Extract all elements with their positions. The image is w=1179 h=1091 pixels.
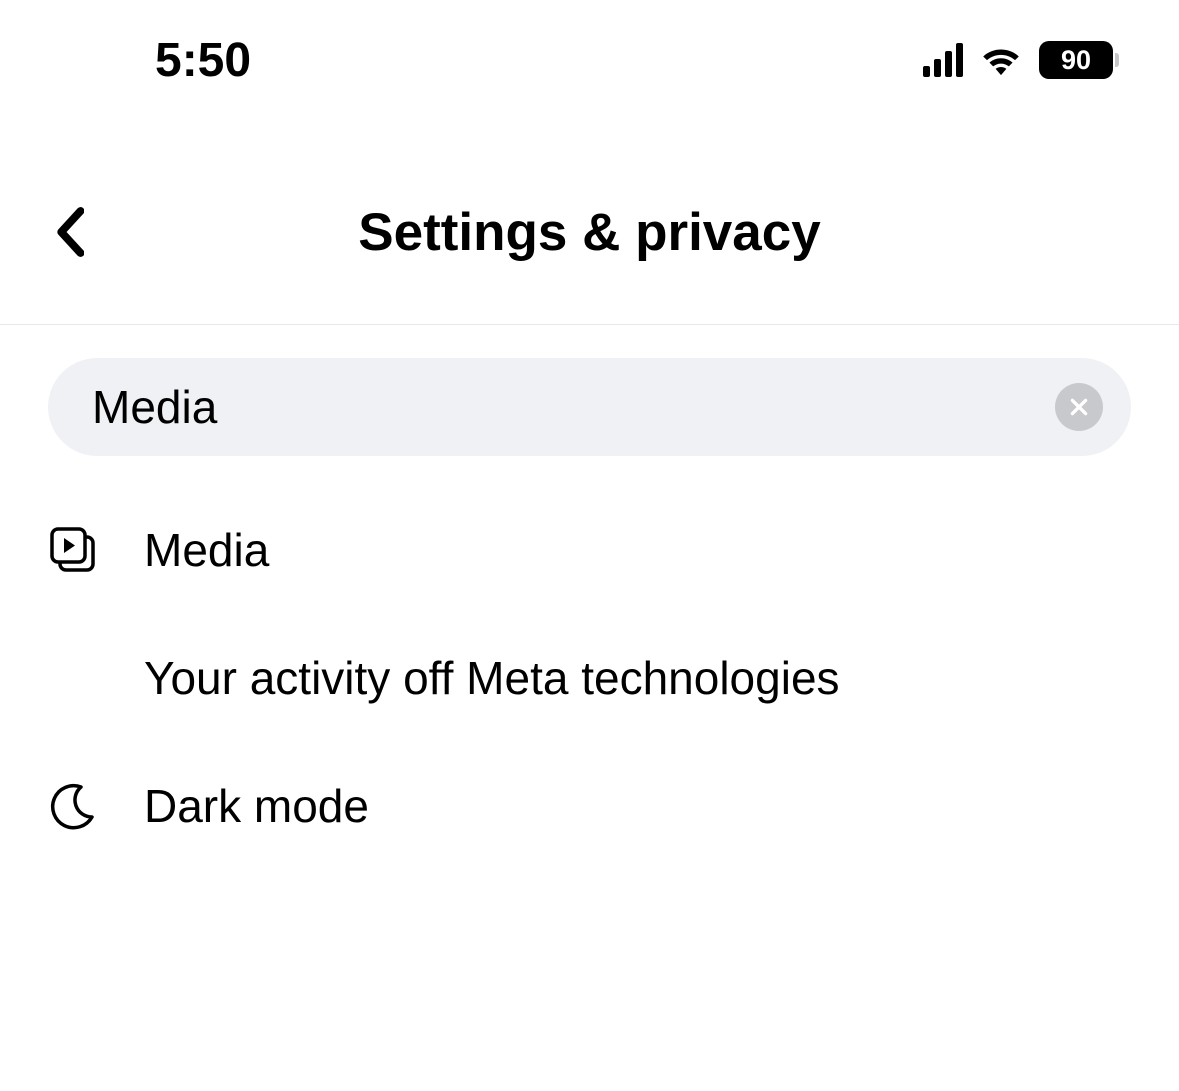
wifi-icon: [979, 44, 1023, 76]
back-button[interactable]: [40, 202, 100, 262]
result-dark-mode[interactable]: Dark mode: [48, 742, 1131, 870]
media-icon: [48, 525, 98, 575]
moon-icon: [48, 781, 98, 831]
result-media[interactable]: Media: [48, 486, 1131, 614]
result-label: Media: [144, 523, 269, 577]
result-label: Dark mode: [144, 779, 369, 833]
status-indicators: 90: [923, 41, 1129, 79]
clear-search-button[interactable]: [1055, 383, 1103, 431]
status-time: 5:50: [50, 33, 251, 88]
battery-icon: 90: [1039, 41, 1119, 79]
status-bar: 5:50 90: [0, 0, 1179, 140]
battery-level: 90: [1061, 45, 1091, 76]
cellular-icon: [923, 43, 963, 77]
result-off-meta-activity[interactable]: Your activity off Meta technologies: [48, 614, 1131, 742]
search-field[interactable]: [48, 358, 1131, 456]
result-label: Your activity off Meta technologies: [144, 651, 840, 705]
search-input[interactable]: [92, 380, 1055, 434]
page-title: Settings & privacy: [358, 202, 820, 263]
chevron-left-icon: [56, 207, 84, 257]
search-results: Media Your activity off Meta technologie…: [0, 456, 1179, 870]
blank-icon: [48, 653, 98, 703]
nav-header: Settings & privacy: [0, 140, 1179, 325]
close-icon: [1068, 396, 1090, 418]
